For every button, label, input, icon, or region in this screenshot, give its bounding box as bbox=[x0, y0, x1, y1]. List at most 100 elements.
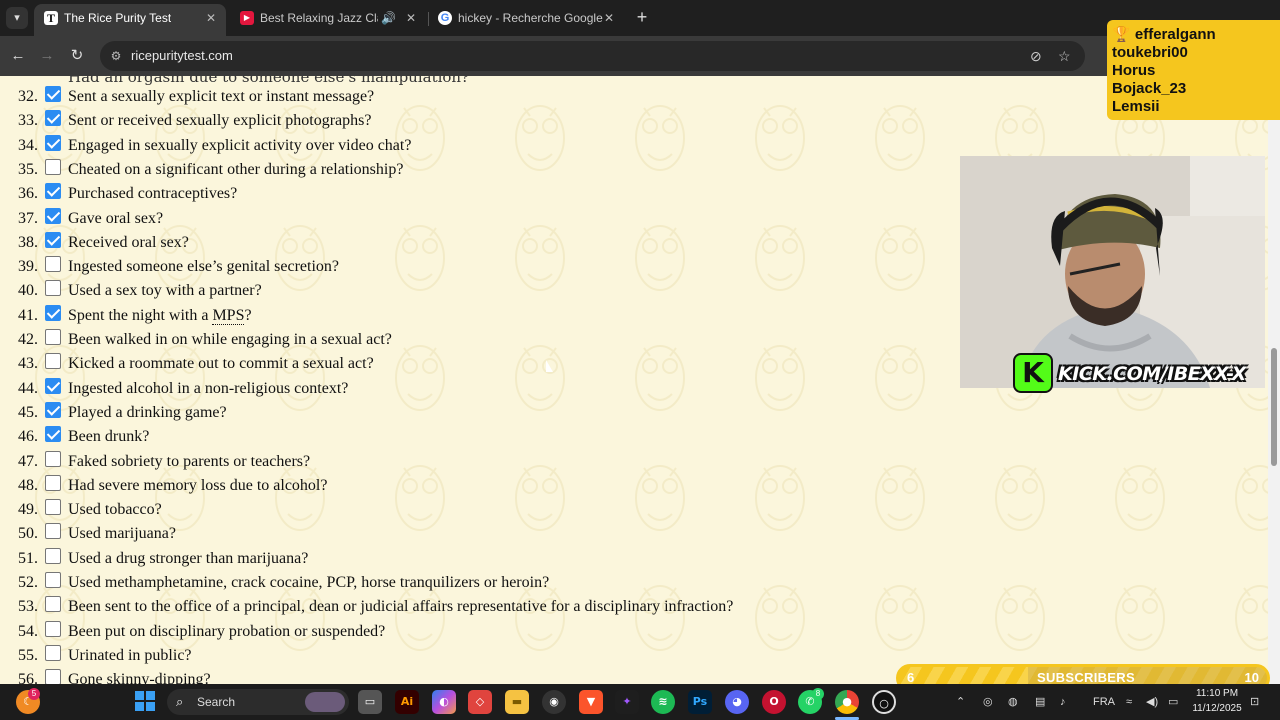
reload-icon[interactable]: ↻ bbox=[65, 44, 89, 68]
question-checkbox[interactable] bbox=[45, 401, 61, 418]
question-text[interactable]: Kicked a roommate out to commit a sexual… bbox=[68, 355, 374, 373]
question-text[interactable]: Purchased contraceptives? bbox=[68, 185, 237, 203]
illustrator-icon[interactable]: Ai bbox=[395, 690, 419, 714]
security-shield-icon[interactable]: ◇ bbox=[468, 690, 492, 714]
battery-icon[interactable]: ▭ bbox=[1168, 694, 1178, 710]
question-checkbox[interactable] bbox=[45, 572, 61, 588]
question-checkbox[interactable] bbox=[45, 353, 61, 370]
chrome-icon[interactable]: ● bbox=[835, 690, 859, 714]
close-tab-icon[interactable]: ✕ bbox=[206, 4, 216, 32]
question-checkbox[interactable] bbox=[45, 669, 61, 684]
tracking-hidden-icon[interactable]: ⊘ bbox=[1030, 48, 1042, 64]
chat-user: toukebri00 bbox=[1112, 44, 1188, 61]
question-row: 53. Been sent to the office of a principa… bbox=[0, 596, 900, 620]
forward-icon[interactable]: → bbox=[35, 44, 59, 68]
question-text[interactable]: Used marijuana? bbox=[68, 525, 176, 543]
question-checkbox[interactable] bbox=[45, 596, 61, 613]
question-checkbox[interactable] bbox=[45, 207, 61, 224]
question-checkbox[interactable] bbox=[45, 329, 61, 345]
question-text[interactable]: Urinated in public? bbox=[68, 647, 192, 665]
question-text[interactable]: Been drunk? bbox=[68, 428, 149, 446]
taskbar-search[interactable]: ⌕ Search bbox=[167, 689, 349, 715]
page-scrollbar[interactable] bbox=[1268, 76, 1280, 684]
question-text[interactable]: Been walked in on while engaging in a se… bbox=[68, 331, 392, 349]
question-text[interactable]: Ingested alcohol in a non-religious cont… bbox=[68, 380, 348, 398]
task-view-icon[interactable]: ▭ bbox=[358, 690, 382, 714]
volume-icon[interactable]: ◀) bbox=[1146, 694, 1158, 710]
question-checkbox[interactable] bbox=[45, 547, 61, 564]
question-checkbox[interactable] bbox=[45, 183, 61, 200]
tray-app-icon[interactable]: ▤ bbox=[1035, 694, 1045, 710]
microphone-icon[interactable]: ♪ bbox=[1060, 694, 1066, 710]
question-text[interactable]: Ingested someone else’s genital secretio… bbox=[68, 258, 339, 276]
question-text[interactable]: Engaged in sexually explicit activity ov… bbox=[68, 137, 411, 155]
address-bar[interactable]: ⚙ ricepuritytest.com ⊘ ☆ bbox=[100, 41, 1085, 71]
tray-app-icon[interactable]: ◎ bbox=[983, 694, 993, 710]
audio-playing-icon[interactable]: 🔊 bbox=[381, 4, 396, 32]
figma-icon[interactable]: ✦ bbox=[615, 690, 639, 714]
scrollbar-thumb[interactable] bbox=[1271, 348, 1277, 466]
question-text[interactable]: Spent the night with a MPS? bbox=[68, 306, 252, 325]
question-checkbox[interactable] bbox=[45, 231, 61, 248]
windows-start-icon[interactable] bbox=[133, 690, 157, 714]
question-text[interactable]: Gone skinny-dipping? bbox=[68, 671, 211, 684]
question-checkbox[interactable] bbox=[45, 426, 61, 443]
question-text[interactable]: Used a drug stronger than marijuana? bbox=[68, 550, 308, 568]
question-text[interactable]: Gave oral sex? bbox=[68, 210, 163, 228]
question-checkbox[interactable] bbox=[45, 304, 61, 321]
site-info-icon[interactable]: ⚙ bbox=[108, 48, 124, 64]
close-tab-icon[interactable]: ✕ bbox=[604, 4, 614, 32]
url-text[interactable]: ricepuritytest.com bbox=[131, 41, 233, 71]
question-text[interactable]: Been put on disciplinary probation or su… bbox=[68, 623, 385, 641]
question-checkbox[interactable] bbox=[45, 499, 61, 516]
question-text[interactable]: Used methamphetamine, crack cocaine, PCP… bbox=[68, 574, 549, 592]
question-checkbox[interactable] bbox=[45, 620, 61, 637]
question-checkbox[interactable] bbox=[45, 523, 61, 540]
question-text[interactable]: Cheated on a significant other during a … bbox=[68, 161, 403, 179]
back-icon[interactable]: ← bbox=[6, 44, 30, 68]
question-text[interactable]: Played a drinking game? bbox=[68, 404, 227, 422]
tab-rice-purity[interactable]: T The Rice Purity Test ✕ bbox=[34, 4, 226, 36]
question-checkbox[interactable] bbox=[45, 256, 61, 273]
tab-google[interactable]: G hickey - Recherche Google ✕ bbox=[428, 4, 624, 36]
tab-search-menu-icon[interactable]: ▾ bbox=[6, 7, 28, 29]
question-checkbox[interactable] bbox=[45, 450, 61, 467]
question-text[interactable]: Sent or received sexually explicit photo… bbox=[68, 112, 371, 130]
question-text[interactable]: Sent a sexually explicit text or instant… bbox=[68, 88, 374, 106]
wifi-icon[interactable]: ≈ bbox=[1126, 694, 1132, 710]
question-text[interactable]: Been sent to the office of a principal, … bbox=[68, 598, 733, 616]
question-checkbox[interactable] bbox=[45, 474, 61, 491]
discord-icon[interactable]: ◕ bbox=[725, 690, 749, 714]
spotify-icon[interactable]: ≋ bbox=[651, 690, 675, 714]
bookmark-star-icon[interactable]: ☆ bbox=[1058, 48, 1071, 64]
keyboard-language[interactable]: FRA bbox=[1093, 694, 1115, 710]
taskbar-clock[interactable]: 11:10 PM 11/12/2025 bbox=[1190, 686, 1244, 716]
question-text[interactable]: Used tobacco? bbox=[68, 501, 162, 519]
question-checkbox[interactable] bbox=[45, 134, 61, 151]
question-checkbox[interactable] bbox=[45, 280, 61, 297]
question-checkbox[interactable] bbox=[45, 158, 61, 175]
question-checkbox[interactable] bbox=[45, 110, 61, 127]
question-text[interactable]: Used a sex toy with a partner? bbox=[68, 282, 262, 300]
question-checkbox[interactable] bbox=[45, 644, 61, 661]
close-tab-icon[interactable]: ✕ bbox=[406, 4, 416, 32]
new-tab-icon[interactable]: + bbox=[632, 6, 652, 28]
question-text[interactable]: Received oral sex? bbox=[68, 234, 189, 252]
opera-gx-icon[interactable]: O bbox=[762, 690, 786, 714]
brave-icon[interactable]: ▼ bbox=[579, 690, 603, 714]
photoshop-icon[interactable]: Ps bbox=[688, 690, 712, 714]
question-checkbox[interactable] bbox=[45, 86, 61, 102]
tab-jazz[interactable]: ▶ Best Relaxing Jazz Classics : 🔊 ✕ bbox=[230, 4, 426, 36]
abbreviation-mps[interactable]: MPS bbox=[212, 306, 245, 325]
tray-app-icon[interactable]: ◍ bbox=[1008, 694, 1018, 710]
copilot-icon[interactable]: ◐ bbox=[432, 690, 456, 714]
tray-overflow-icon[interactable]: ⌃ bbox=[956, 694, 965, 710]
app-circle-icon[interactable]: ○ bbox=[872, 690, 896, 714]
file-explorer-icon[interactable]: ▬ bbox=[505, 690, 529, 714]
obs-icon[interactable]: ◉ bbox=[542, 690, 566, 714]
notifications-icon[interactable]: ⊡ bbox=[1250, 694, 1259, 710]
question-text[interactable]: Had severe memory loss due to alcohol? bbox=[68, 477, 327, 495]
question-row: 41. Spent the night with a MPS? bbox=[0, 304, 900, 329]
question-checkbox[interactable] bbox=[45, 377, 61, 394]
question-text[interactable]: Faked sobriety to parents or teachers? bbox=[68, 453, 310, 471]
